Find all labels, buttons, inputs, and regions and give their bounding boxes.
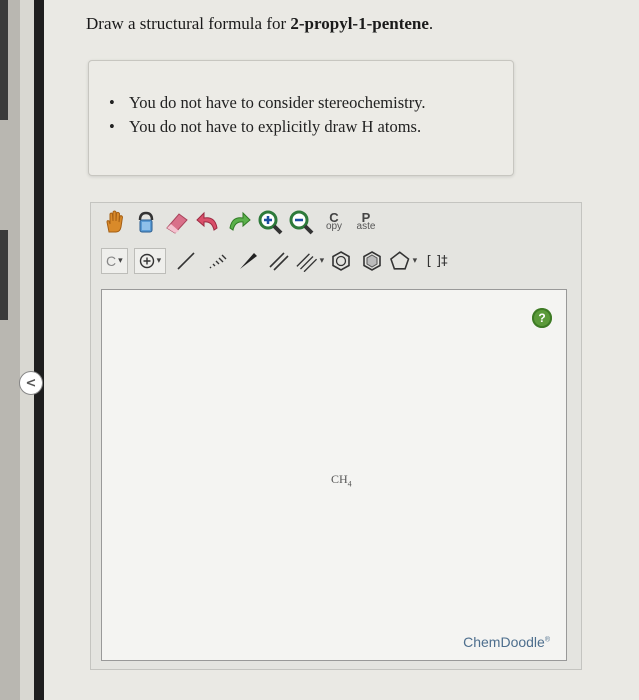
- charge-select[interactable]: ▾: [133, 248, 167, 274]
- compound-name: 2-propyl-1-pentene: [290, 14, 429, 33]
- zoom-in-icon[interactable]: [256, 208, 284, 236]
- molecule-main: CH: [331, 472, 348, 486]
- instruction-item: You do not have to consider stereochemis…: [129, 93, 426, 113]
- chevron-down-icon: ▾: [319, 256, 325, 266]
- undo-icon[interactable]: [194, 208, 222, 236]
- chevron-down-icon: ▾: [118, 256, 123, 266]
- element-select[interactable]: C ▾: [101, 248, 128, 274]
- pentagon-icon[interactable]: ▾: [389, 247, 417, 275]
- chemdoodle-logo: ChemDoodle®: [463, 634, 550, 650]
- copy-rest: opy: [325, 221, 343, 232]
- hand-icon[interactable]: [101, 208, 129, 236]
- drawing-canvas[interactable]: ? CH4 ChemDoodle®: [101, 289, 567, 661]
- question-prefix: Draw a structural formula for: [86, 14, 291, 33]
- question-text: Draw a structural formula for 2-propyl-1…: [86, 14, 433, 34]
- eraser-icon[interactable]: [163, 208, 191, 236]
- chevron-left-icon[interactable]: <: [19, 371, 43, 395]
- instructions-box: You do not have to consider stereochemis…: [88, 60, 514, 176]
- charge-plus-icon: [139, 253, 154, 269]
- chevron-down-icon: ▾: [412, 256, 418, 266]
- triple-bond-icon[interactable]: ▾: [296, 247, 324, 275]
- zoom-out-icon[interactable]: [287, 208, 315, 236]
- brand-name: ChemDoodle: [463, 634, 545, 650]
- redo-icon[interactable]: [225, 208, 253, 236]
- bracket-label: [ ]‡: [426, 253, 448, 269]
- bracket-icon[interactable]: [ ]‡: [420, 247, 454, 275]
- wedge-bond-icon[interactable]: [234, 247, 262, 275]
- paste-rest: aste: [356, 221, 376, 232]
- copy-button[interactable]: Copy: [318, 211, 350, 232]
- frame-border: [34, 0, 44, 700]
- hashed-bond-icon[interactable]: [203, 247, 231, 275]
- cyclohexane-icon[interactable]: [358, 247, 386, 275]
- benzene-icon[interactable]: [327, 247, 355, 275]
- instructions-list: You do not have to consider stereochemis…: [129, 93, 426, 141]
- chevron-down-icon: ▾: [156, 256, 162, 266]
- question-panel: Draw a structural formula for 2-propyl-1…: [44, 0, 639, 700]
- edge-block: [0, 230, 8, 320]
- help-icon[interactable]: ?: [532, 308, 552, 328]
- paste-button[interactable]: Paste: [350, 211, 382, 232]
- molecule-subscript: 4: [347, 479, 352, 489]
- instruction-item: You do not have to explicitly draw H ato…: [129, 117, 426, 137]
- lasso-icon[interactable]: [132, 208, 160, 236]
- molecule-label[interactable]: CH4: [331, 472, 352, 488]
- chemdoodle-editor: Copy Paste C ▾ ▾ ▾ ▾ []‡ ? CH4 ChemDood…: [90, 202, 582, 670]
- edge-block: [0, 0, 8, 120]
- question-suffix: .: [428, 14, 434, 33]
- element-label: C: [106, 253, 117, 269]
- toolbar-row-1: Copy Paste: [101, 207, 382, 237]
- brand-mark: ®: [544, 636, 550, 644]
- toolbar-row-2: C ▾ ▾ ▾ ▾ []‡: [101, 246, 457, 276]
- double-bond-icon[interactable]: [265, 247, 293, 275]
- single-bond-icon[interactable]: [172, 247, 200, 275]
- left-edge-strip: [0, 0, 20, 700]
